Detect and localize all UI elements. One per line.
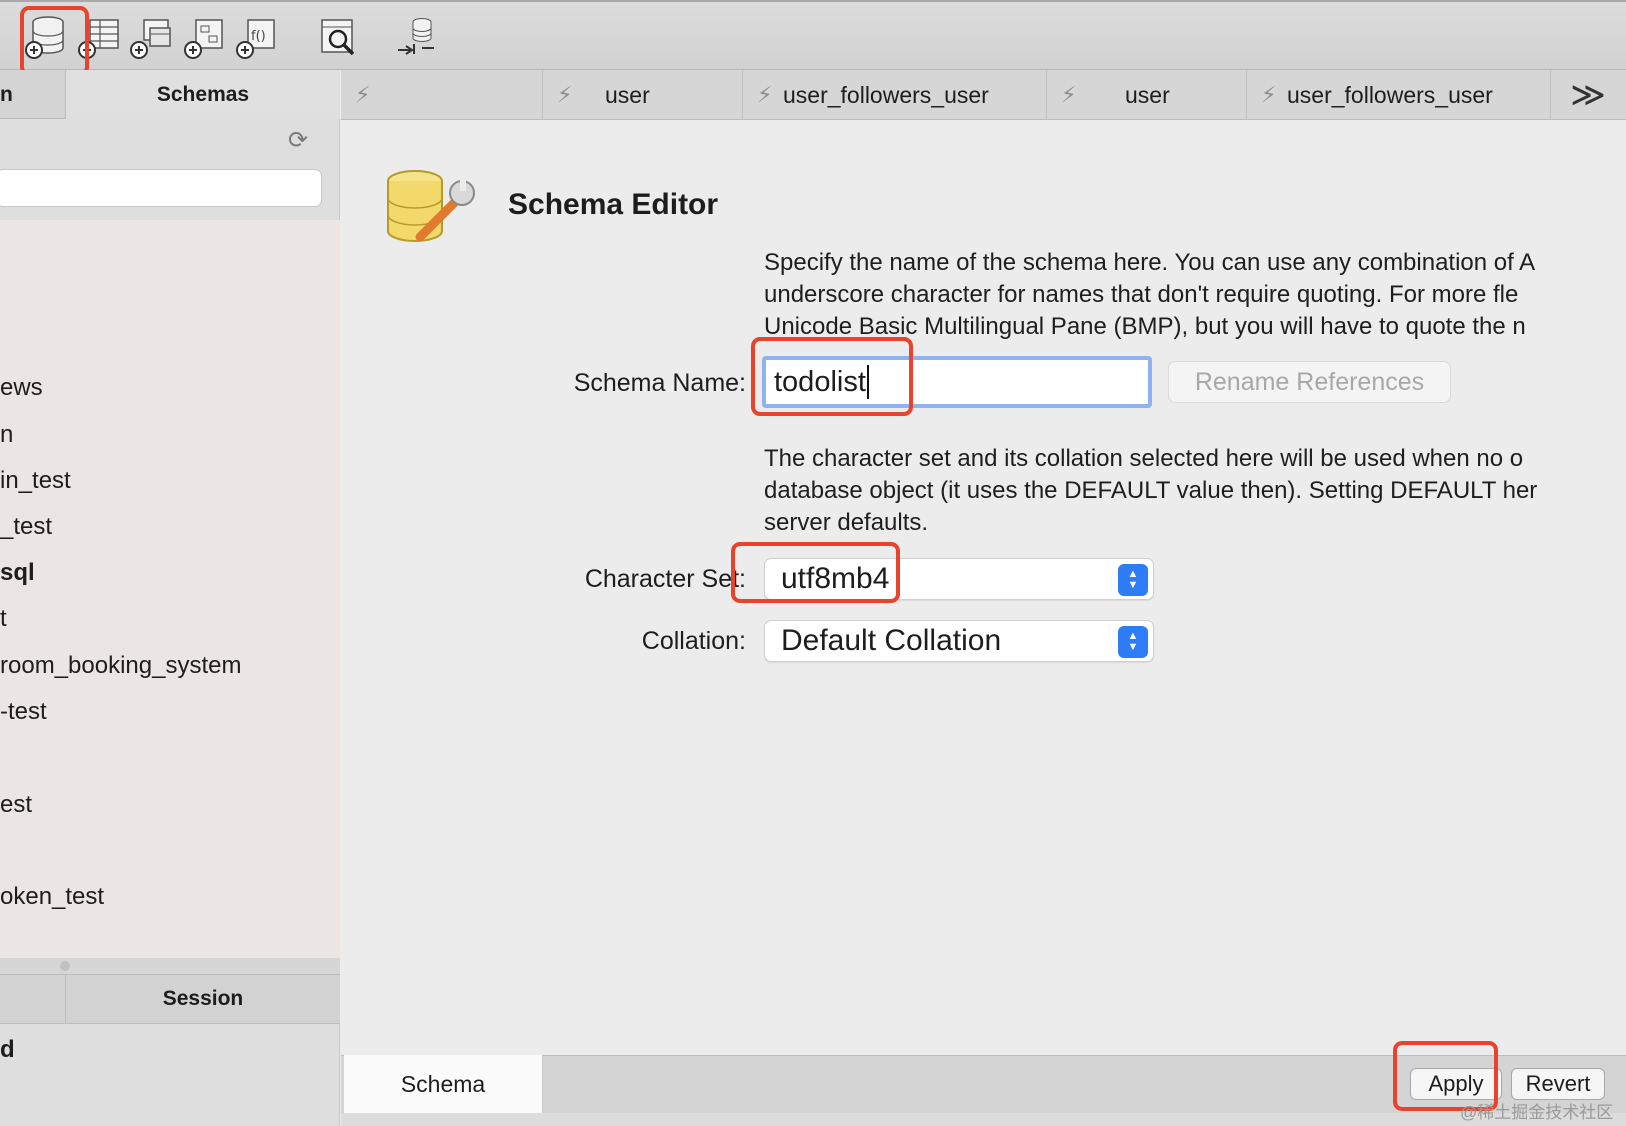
schema-item[interactable]: room_booking_system (0, 643, 340, 689)
tab-object-info[interactable] (0, 975, 66, 1023)
schema-filter-input[interactable] (0, 169, 322, 207)
bottom-strip (341, 1113, 1626, 1126)
charset-description: The character set and its collation sele… (764, 445, 1524, 472)
toolbar: f() (0, 0, 1626, 70)
sidebar-splitter[interactable] (0, 958, 340, 974)
query-tab[interactable]: ⚡ (341, 70, 543, 120)
query-tab[interactable]: ⚡ user_followers_user (1247, 70, 1551, 120)
charset-description: database object (it uses the DEFAULT val… (764, 477, 1538, 504)
schema-list: ews n in_test _test sql t room_booking_s… (0, 220, 340, 958)
new-schema-highlight (20, 6, 89, 76)
schema-item[interactable]: est (0, 782, 340, 828)
chevron-updown-icon: ▲ ▼ (1118, 564, 1148, 596)
charset-label: Character Set: (584, 565, 746, 593)
more-tabs-icon[interactable]: ≫ (1550, 70, 1626, 120)
lightning-icon: ⚡ (1261, 82, 1277, 107)
refresh-icon[interactable]: ⟳ (288, 126, 318, 156)
tab-session[interactable]: Session (66, 975, 340, 1023)
query-tab-bar: ⚡ ⚡ user ⚡ user_followers_user ⚡ user ⚡ user… (341, 70, 1626, 120)
query-tab-label: user_followers_user (783, 81, 989, 108)
collation-value: Default Collation (781, 624, 1002, 657)
schema-name-highlight (751, 337, 913, 416)
schema-item[interactable] (0, 828, 340, 874)
schema-item[interactable]: ews (0, 365, 340, 411)
sidebar-tabs: n Schemas (0, 70, 340, 119)
schema-item[interactable]: n (0, 412, 340, 458)
schema-editor-icon (380, 165, 480, 250)
query-tab[interactable]: ⚡ user_followers_user (743, 70, 1047, 120)
sidebar-bottom-tabs: Session (0, 974, 340, 1024)
lightning-icon: ⚡ (355, 82, 371, 107)
schema-item[interactable]: oken_test (0, 874, 340, 920)
schema-item[interactable]: -test (0, 689, 340, 735)
session-info-text: d (0, 1036, 15, 1063)
tab-schemas[interactable]: Schemas (66, 70, 340, 119)
lightning-icon: ⚡ (1061, 82, 1077, 107)
new-function-icon[interactable]: f() (232, 12, 282, 62)
sidebar: n Schemas ⟳ ews n in_test _test sql t ro… (0, 70, 340, 1126)
lightning-icon: ⚡ (557, 82, 573, 107)
query-tab-label: user (605, 81, 650, 108)
collation-label: Collation: (641, 627, 746, 655)
query-tab[interactable]: ⚡ user (1047, 70, 1247, 120)
query-tab-label: user (1125, 81, 1170, 108)
new-view-icon[interactable] (126, 12, 176, 62)
collation-select[interactable]: Default Collation ▲ ▼ (764, 620, 1154, 662)
charset-highlight (731, 542, 900, 603)
schema-item[interactable]: t (0, 596, 340, 642)
tab-schema[interactable]: Schema (344, 1055, 543, 1113)
schema-name-description: underscore character for names that don'… (764, 281, 1519, 308)
schema-item[interactable] (0, 735, 340, 781)
query-tab[interactable]: ⚡ user (543, 70, 743, 120)
revert-button[interactable]: Revert (1511, 1068, 1605, 1100)
lightning-icon: ⚡ (757, 82, 773, 107)
editor-title: Schema Editor (508, 188, 719, 221)
charset-description: server defaults. (764, 509, 929, 536)
search-table-icon[interactable] (314, 12, 364, 62)
schema-item[interactable]: _test (0, 504, 340, 550)
schema-item[interactable]: in_test (0, 458, 340, 504)
new-procedure-icon[interactable] (180, 12, 230, 62)
watermark: @稀土掘金技术社区 (1460, 1103, 1614, 1122)
query-tab-label: user_followers_user (1287, 81, 1493, 108)
schema-name-label: Schema Name: (573, 369, 746, 397)
tab-administration[interactable]: n (0, 70, 66, 119)
svg-text:f(): f() (251, 29, 266, 44)
chevron-updown-icon: ▲ ▼ (1118, 626, 1148, 658)
reconnect-icon[interactable] (392, 12, 442, 62)
schema-name-description: Specify the name of the schema here. You… (764, 249, 1536, 276)
schema-item-active[interactable]: sql (0, 550, 340, 596)
rename-references-button[interactable]: Rename References (1168, 361, 1451, 403)
